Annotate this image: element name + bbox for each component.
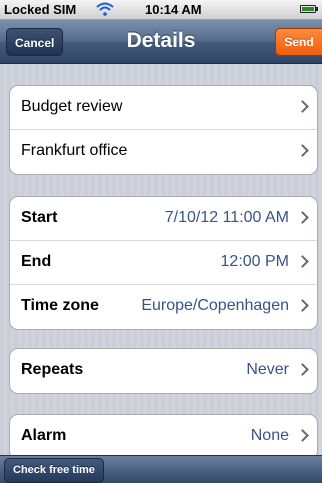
battery-icon <box>300 5 318 13</box>
event-location: Frankfurt office <box>21 142 128 159</box>
time-zone-row[interactable]: Time zone Europe/Copenhagen <box>10 285 317 329</box>
repeats-label: Repeats <box>21 361 84 378</box>
title-row[interactable]: Budget review <box>10 86 317 130</box>
alarm-row[interactable]: Alarm None <box>10 415 317 455</box>
wifi-icon <box>96 2 114 16</box>
alarm-label: Alarm <box>21 427 67 444</box>
chevron-right-icon <box>296 299 309 312</box>
check-free-time-button[interactable]: Check free time <box>4 458 104 483</box>
time-zone-label: Time zone <box>21 297 99 314</box>
repeats-row[interactable]: Repeats Never <box>10 349 317 393</box>
chevron-right-icon <box>296 429 309 442</box>
status-bar: Locked SIM 10:14 AM <box>0 0 322 20</box>
chevron-right-icon <box>296 144 309 157</box>
alarm-value: None <box>250 427 289 444</box>
time-zone-value: Europe/Copenhagen <box>141 297 289 314</box>
page-title: Details <box>126 29 196 52</box>
end-value: 12:00 PM <box>220 253 289 270</box>
timing-group: Start 7/10/12 11:00 AM End 12:00 PM Time… <box>9 196 318 330</box>
start-row[interactable]: Start 7/10/12 11:00 AM <box>10 197 317 241</box>
carrier-label: Locked SIM <box>4 2 77 17</box>
end-label: End <box>21 253 52 270</box>
details-list[interactable]: Budget review Frankfurt office Start 7/1… <box>0 64 322 455</box>
repeats-group: Repeats Never <box>9 348 318 394</box>
start-label: Start <box>21 209 58 226</box>
start-value: 7/10/12 11:00 AM <box>164 209 289 226</box>
clock: 10:14 AM <box>145 2 202 17</box>
repeats-value: Never <box>246 361 289 378</box>
chevron-right-icon <box>296 211 309 224</box>
send-button[interactable]: Send <box>275 28 322 56</box>
location-row[interactable]: Frankfurt office <box>10 130 317 174</box>
bottom-toolbar: Check free time <box>0 455 322 483</box>
chevron-right-icon <box>296 100 309 113</box>
end-row[interactable]: End 12:00 PM <box>10 241 317 285</box>
chevron-right-icon <box>296 363 309 376</box>
event-title: Budget review <box>21 98 123 115</box>
chevron-right-icon <box>296 255 309 268</box>
alarm-group: Alarm None <box>9 414 318 455</box>
navigation-bar: Cancel Details Send <box>0 20 322 64</box>
event-group: Budget review Frankfurt office <box>9 85 318 175</box>
